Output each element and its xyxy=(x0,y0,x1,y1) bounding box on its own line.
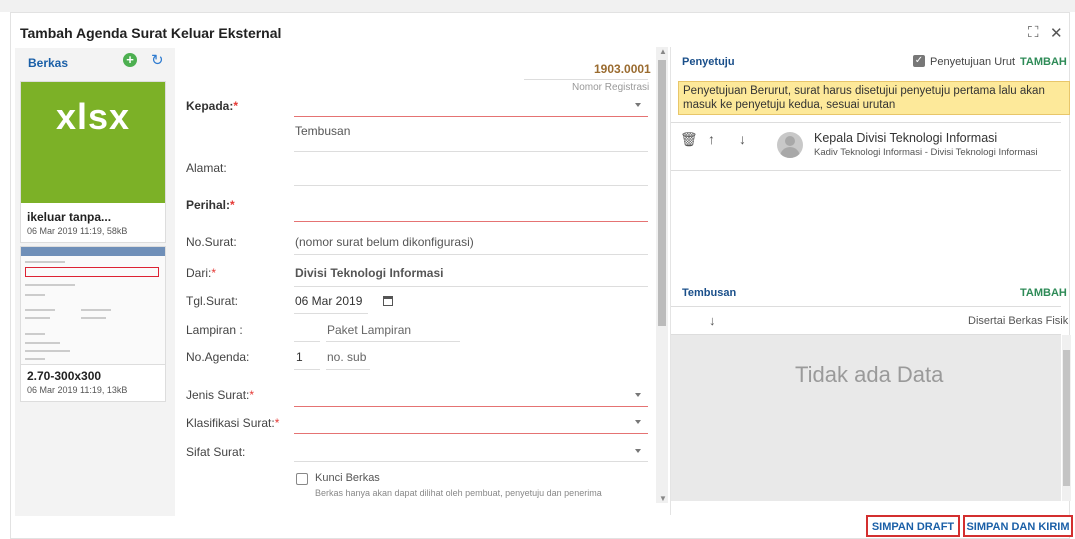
nomor-registrasi-value: 1903.0001 xyxy=(594,62,651,76)
kunci-berkas-label: Kunci Berkas xyxy=(315,472,380,484)
penyetuju-name: Kepala Divisi Teknologi Informasi xyxy=(814,131,998,145)
penyetujuan-urut-label: Penyetujuan Urut xyxy=(930,56,1015,68)
simpan-dan-kirim-button[interactable]: SIMPAN DAN KIRIM xyxy=(963,515,1073,537)
file-meta: 06 Mar 2019 11:19, 13kB xyxy=(27,385,128,395)
penyetuju-row-divider xyxy=(671,170,1061,171)
tembusan-underline xyxy=(294,151,648,152)
dialog-title: Tambah Agenda Surat Keluar Eksternal xyxy=(20,25,282,41)
sifat-surat-dropdown-icon[interactable] xyxy=(635,449,641,453)
penyetuju-role: Kadiv Teknologi Informasi - Divisi Tekno… xyxy=(814,147,1038,158)
berkas-panel: Berkas + ↻ xlsx ikeluar tanpa... 06 Mar … xyxy=(15,48,175,516)
lampiran-count-field[interactable] xyxy=(294,341,320,342)
jenis-surat-label: Jenis Surat:* xyxy=(186,388,255,402)
no-agenda-field[interactable]: 1 xyxy=(296,350,303,364)
berkas-title: Berkas xyxy=(28,56,69,70)
xlsx-thumbnail: xlsx xyxy=(21,82,165,203)
tembusan-divider xyxy=(671,306,1061,307)
avatar xyxy=(777,132,803,158)
move-down-icon[interactable]: ↓ xyxy=(739,131,746,147)
lampiran-field[interactable]: Paket Lampiran xyxy=(327,323,411,337)
no-agenda-underline xyxy=(294,369,320,370)
dari-value: Divisi Teknologi Informasi xyxy=(295,266,444,280)
disertai-berkas-column: Disertai Berkas Fisik xyxy=(968,315,1069,327)
tembusan-empty-area xyxy=(671,335,1061,501)
no-surat-underline xyxy=(294,254,648,255)
image-thumbnail xyxy=(21,247,165,365)
tgl-surat-field[interactable]: 06 Mar 2019 xyxy=(295,294,362,308)
kepada-label: Kepada:* xyxy=(186,99,239,113)
dari-underline xyxy=(294,286,648,287)
refresh-icon[interactable]: ↻ xyxy=(151,51,164,69)
empty-state-text: Tidak ada Data xyxy=(795,362,944,387)
no-sub-field[interactable]: no. sub xyxy=(327,350,366,364)
expand-icon[interactable]: ⛶ xyxy=(1028,24,1039,41)
kepada-field[interactable] xyxy=(294,116,648,117)
file-meta: 06 Mar 2019 11:19, 58kB xyxy=(27,226,128,236)
add-file-icon[interactable]: + xyxy=(123,53,137,67)
penyetuju-tambah-button[interactable]: TAMBAH xyxy=(1020,56,1067,68)
dari-label: Dari:* xyxy=(186,266,217,280)
penyetuju-divider xyxy=(671,122,1061,123)
penyetuju-note: Penyetujuan Berurut, surat harus disetuj… xyxy=(678,81,1070,115)
delete-icon[interactable]: 🗑 xyxy=(680,131,698,148)
no-surat-value: (nomor surat belum dikonfigurasi) xyxy=(295,235,474,249)
tembusan-tambah-button[interactable]: TAMBAH xyxy=(1020,287,1067,299)
form-scrollbar-thumb[interactable] xyxy=(658,60,666,326)
tembusan-field[interactable]: Tembusan xyxy=(295,124,350,138)
registrasi-underline xyxy=(524,79,648,80)
sort-down-icon[interactable]: ↓ xyxy=(709,313,716,328)
scroll-up-icon[interactable]: ▲ xyxy=(659,47,667,56)
klasifikasi-field[interactable] xyxy=(294,433,648,434)
close-icon[interactable]: ✕ xyxy=(1050,24,1063,42)
file-name: ikeluar tanpa... xyxy=(27,210,112,224)
kunci-berkas-checkbox[interactable] xyxy=(296,473,308,485)
kunci-berkas-hint: Berkas hanya akan dapat dilihat oleh pem… xyxy=(315,488,602,498)
no-sub-underline xyxy=(326,369,370,370)
penyetujuan-urut-checkbox[interactable]: ✓ xyxy=(913,55,925,67)
lampiran-label: Lampiran : xyxy=(186,323,243,337)
kepada-dropdown-icon[interactable] xyxy=(635,103,641,107)
klasifikasi-dropdown-icon[interactable] xyxy=(635,420,641,424)
no-agenda-label: No.Agenda: xyxy=(186,350,250,364)
calendar-icon[interactable] xyxy=(383,296,393,306)
perihal-field[interactable] xyxy=(294,221,648,222)
perihal-label: Perihal:* xyxy=(186,198,235,212)
tgl-surat-label: Tgl.Surat: xyxy=(186,294,239,308)
klasifikasi-label: Klasifikasi Surat:* xyxy=(186,416,280,430)
tembusan-title: Tembusan xyxy=(682,287,737,299)
alamat-label: Alamat: xyxy=(186,161,227,175)
sifat-surat-label: Sifat Surat: xyxy=(186,445,246,459)
nomor-registrasi-label: Nomor Registrasi xyxy=(572,82,650,93)
penyetuju-title: Penyetuju xyxy=(682,56,735,68)
tgl-surat-underline xyxy=(294,313,368,314)
simpan-draft-button[interactable]: SIMPAN DRAFT xyxy=(866,515,960,537)
top-strip xyxy=(0,0,1075,12)
file-name: 2.70-300x300 xyxy=(27,369,102,383)
no-surat-label: No.Surat: xyxy=(186,235,237,249)
scroll-down-icon[interactable]: ▼ xyxy=(659,494,667,503)
move-up-icon[interactable]: ↑ xyxy=(708,131,715,147)
file-card-xlsx[interactable]: xlsx ikeluar tanpa... 06 Mar 2019 11:19,… xyxy=(20,81,166,243)
jenis-surat-field[interactable] xyxy=(294,406,648,407)
alamat-field[interactable] xyxy=(294,185,648,186)
sifat-surat-field[interactable] xyxy=(294,461,648,462)
tembusan-scrollbar-thumb[interactable] xyxy=(1063,350,1070,486)
lampiran-underline xyxy=(326,341,460,342)
file-card-image[interactable]: 2.70-300x300 06 Mar 2019 11:19, 13kB xyxy=(20,246,166,402)
jenis-surat-dropdown-icon[interactable] xyxy=(635,393,641,397)
